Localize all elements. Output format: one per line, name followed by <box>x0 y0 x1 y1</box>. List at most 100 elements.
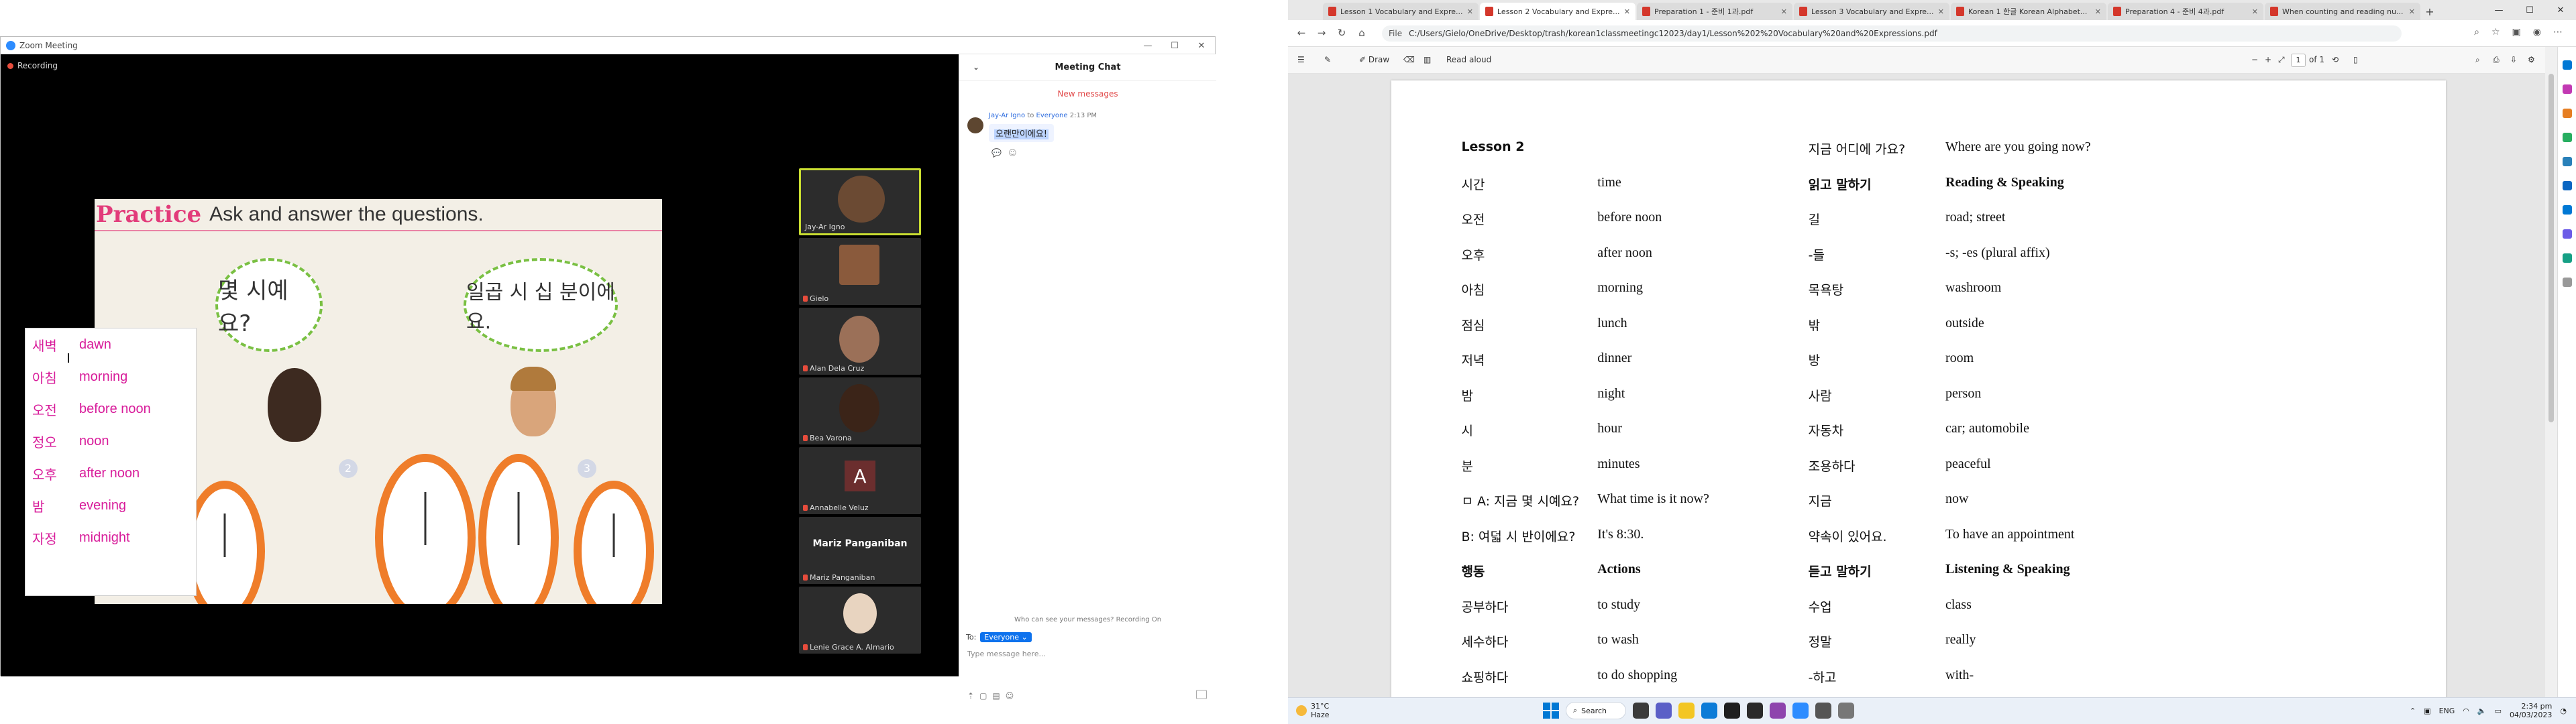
task-view-icon[interactable] <box>1633 703 1649 719</box>
browser-tab[interactable]: Preparation 1 - 준비 1과.pdf ✕ <box>1637 3 1792 20</box>
minimize-icon[interactable]: — <box>1134 37 1161 54</box>
browser-tab[interactable]: Preparation 4 - 준비 4과.pdf ✕ <box>2108 3 2263 20</box>
print-icon[interactable]: ⎙ <box>2493 55 2500 65</box>
app-icon[interactable] <box>1747 703 1763 719</box>
recipient-dropdown[interactable]: Everyone ⌄ <box>980 632 1032 642</box>
close-tab-icon[interactable]: ✕ <box>2095 7 2101 16</box>
close-tab-icon[interactable]: ✕ <box>2252 7 2258 16</box>
games-icon[interactable] <box>2563 133 2572 142</box>
chat-input[interactable]: Type message here... <box>967 650 1209 658</box>
profile-icon[interactable]: ◉ <box>2533 27 2541 38</box>
search-icon[interactable] <box>2563 60 2572 70</box>
home-icon[interactable]: ⌂ <box>1355 27 1368 40</box>
rotate-icon[interactable]: ⟲ <box>2332 55 2339 64</box>
read-aloud-button[interactable]: Read aloud <box>1446 55 1491 64</box>
minimize-icon[interactable]: — <box>2483 0 2514 20</box>
url-field[interactable]: File C:/Users/Gielo/OneDrive/Desktop/tra… <box>1382 25 2402 42</box>
split-view-icon[interactable]: ▯ <box>2353 55 2358 64</box>
vocab-whiteboard[interactable]: 새벽 dawn 아침 morning 오전 before noon 정오 noo… <box>25 328 197 596</box>
participant-tile[interactable]: Bea Varona <box>799 377 921 444</box>
format-icon[interactable]: ⇡ <box>967 691 974 701</box>
tray-app-icon[interactable]: ▣ <box>2424 707 2430 715</box>
emoji-icon[interactable]: ☺ <box>1006 691 1014 701</box>
scrollbar-thumb[interactable] <box>2548 74 2554 422</box>
new-tab-button[interactable]: + <box>2422 3 2438 20</box>
battery-icon[interactable]: ▭ <box>2495 707 2502 715</box>
forward-icon[interactable]: → <box>1315 27 1328 40</box>
collections-icon[interactable]: ▣ <box>2512 27 2521 38</box>
browser-tab[interactable]: Lesson 3 Vocabulary and Expre... ✕ <box>1794 3 1949 20</box>
chevron-down-icon[interactable]: ⌄ <box>973 62 979 72</box>
app-icon[interactable] <box>1838 703 1854 719</box>
wifi-icon[interactable]: ◠ <box>2463 707 2469 715</box>
close-tab-icon[interactable]: ✕ <box>1624 7 1630 16</box>
more-icon[interactable]: ⋯ <box>2553 27 2563 38</box>
participant-tile[interactable]: Gielo <box>799 238 921 305</box>
participant-tile[interactable]: Mariz Panganiban Mariz Panganiban <box>799 517 921 584</box>
outlook-icon[interactable] <box>2563 205 2572 215</box>
office-icon[interactable] <box>2563 181 2572 190</box>
view-icon[interactable]: ▥ <box>1424 55 1431 64</box>
screenshot-icon[interactable]: ▢ <box>979 691 987 701</box>
close-tab-icon[interactable]: ✕ <box>1781 7 1787 16</box>
zoom-out-icon[interactable]: − <box>2251 55 2258 64</box>
volume-icon[interactable]: 🔈 <box>2477 707 2487 715</box>
browser-tab-active[interactable]: Lesson 2 Vocabulary and Expre... ✕ <box>1480 3 1635 20</box>
browser-tab[interactable]: Lesson 1 Vocabulary and Expre... ✕ <box>1323 3 1479 20</box>
pdf-scrollbar[interactable] <box>2545 47 2557 697</box>
chat-privacy-notice[interactable]: Who can see your messages? Recording On <box>959 616 1216 623</box>
drop-icon[interactable] <box>2563 253 2572 263</box>
contents-icon[interactable]: ☰ <box>1297 55 1305 64</box>
close-icon[interactable]: ✕ <box>2545 0 2576 20</box>
save-icon[interactable]: ⇩ <box>2510 55 2517 64</box>
browser-tab[interactable]: When counting and reading nu... ✕ <box>2265 3 2420 20</box>
page-number-input[interactable]: 1 <box>2291 54 2306 67</box>
app-icon[interactable] <box>1770 703 1786 719</box>
participant-tile[interactable]: A Annabelle Veluz <box>799 447 921 514</box>
refresh-icon[interactable]: ↻ <box>1335 27 1348 40</box>
settings-icon[interactable]: ⚙ <box>2528 55 2535 64</box>
weather-widget[interactable]: 31°C Haze <box>1296 702 1330 719</box>
fit-page-icon[interactable]: ⤢ <box>2278 55 2285 65</box>
participant-tile[interactable]: Lenie Grace A. Almario <box>799 587 921 654</box>
file-icon[interactable]: ▤ <box>992 691 1000 701</box>
language-indicator[interactable]: ENG <box>2439 707 2455 715</box>
chevron-up-icon[interactable]: ⌃ <box>2410 707 2416 715</box>
search-icon[interactable]: ⌕ <box>2475 55 2480 65</box>
windows-start-icon[interactable] <box>1543 703 1559 719</box>
back-icon[interactable]: ← <box>1295 27 1308 40</box>
favorite-icon[interactable]: ☆ <box>2491 27 2500 38</box>
tools-icon[interactable] <box>2563 157 2572 166</box>
zoom-icon[interactable]: ⌕ <box>2474 27 2479 38</box>
maximize-icon[interactable]: ☐ <box>1161 37 1188 54</box>
close-tab-icon[interactable]: ✕ <box>1938 7 1944 16</box>
close-tab-icon[interactable]: ✕ <box>2409 7 2415 16</box>
emoji-reaction-icon[interactable]: ☺ <box>1008 148 1017 158</box>
eraser-icon[interactable]: ⌫ <box>1403 55 1415 64</box>
close-tab-icon[interactable]: ✕ <box>1467 7 1473 16</box>
copilot-icon[interactable] <box>2563 84 2572 94</box>
chat-app-icon[interactable] <box>1656 703 1672 719</box>
close-icon[interactable]: ✕ <box>1188 37 1215 54</box>
zoom-in-icon[interactable]: + <box>2265 55 2271 64</box>
add-icon[interactable] <box>2563 278 2572 287</box>
highlight-icon[interactable]: ✎ <box>1324 55 1331 64</box>
send-button[interactable] <box>1196 690 1207 699</box>
browser-tab[interactable]: Korean 1 한글 Korean Alphabet... ✕ <box>1951 3 2106 20</box>
shopping-icon[interactable] <box>2563 109 2572 118</box>
app-icon[interactable] <box>1815 703 1831 719</box>
edge-icon[interactable] <box>1701 703 1717 719</box>
draw-button[interactable]: ✐ Draw <box>1359 55 1389 64</box>
system-clock[interactable]: 2:34 pm 04/03/2023 <box>2510 702 2552 719</box>
taskbar-search[interactable]: ⌕ Search <box>1566 702 1626 719</box>
reply-icon[interactable]: 💬 <box>991 148 1002 158</box>
chat-sender[interactable]: Jay-Ar Igno <box>989 112 1025 119</box>
zoom-app-icon[interactable] <box>1792 703 1809 719</box>
notification-icon[interactable]: ◔ <box>2560 707 2567 715</box>
designer-icon[interactable] <box>2563 229 2572 239</box>
terminal-icon[interactable] <box>1724 703 1740 719</box>
file-explorer-icon[interactable] <box>1678 703 1695 719</box>
recording-indicator[interactable]: Recording <box>7 61 58 70</box>
participant-tile[interactable]: Alan Dela Cruz <box>799 308 921 375</box>
participant-tile[interactable]: Jay-Ar Igno <box>799 168 921 235</box>
